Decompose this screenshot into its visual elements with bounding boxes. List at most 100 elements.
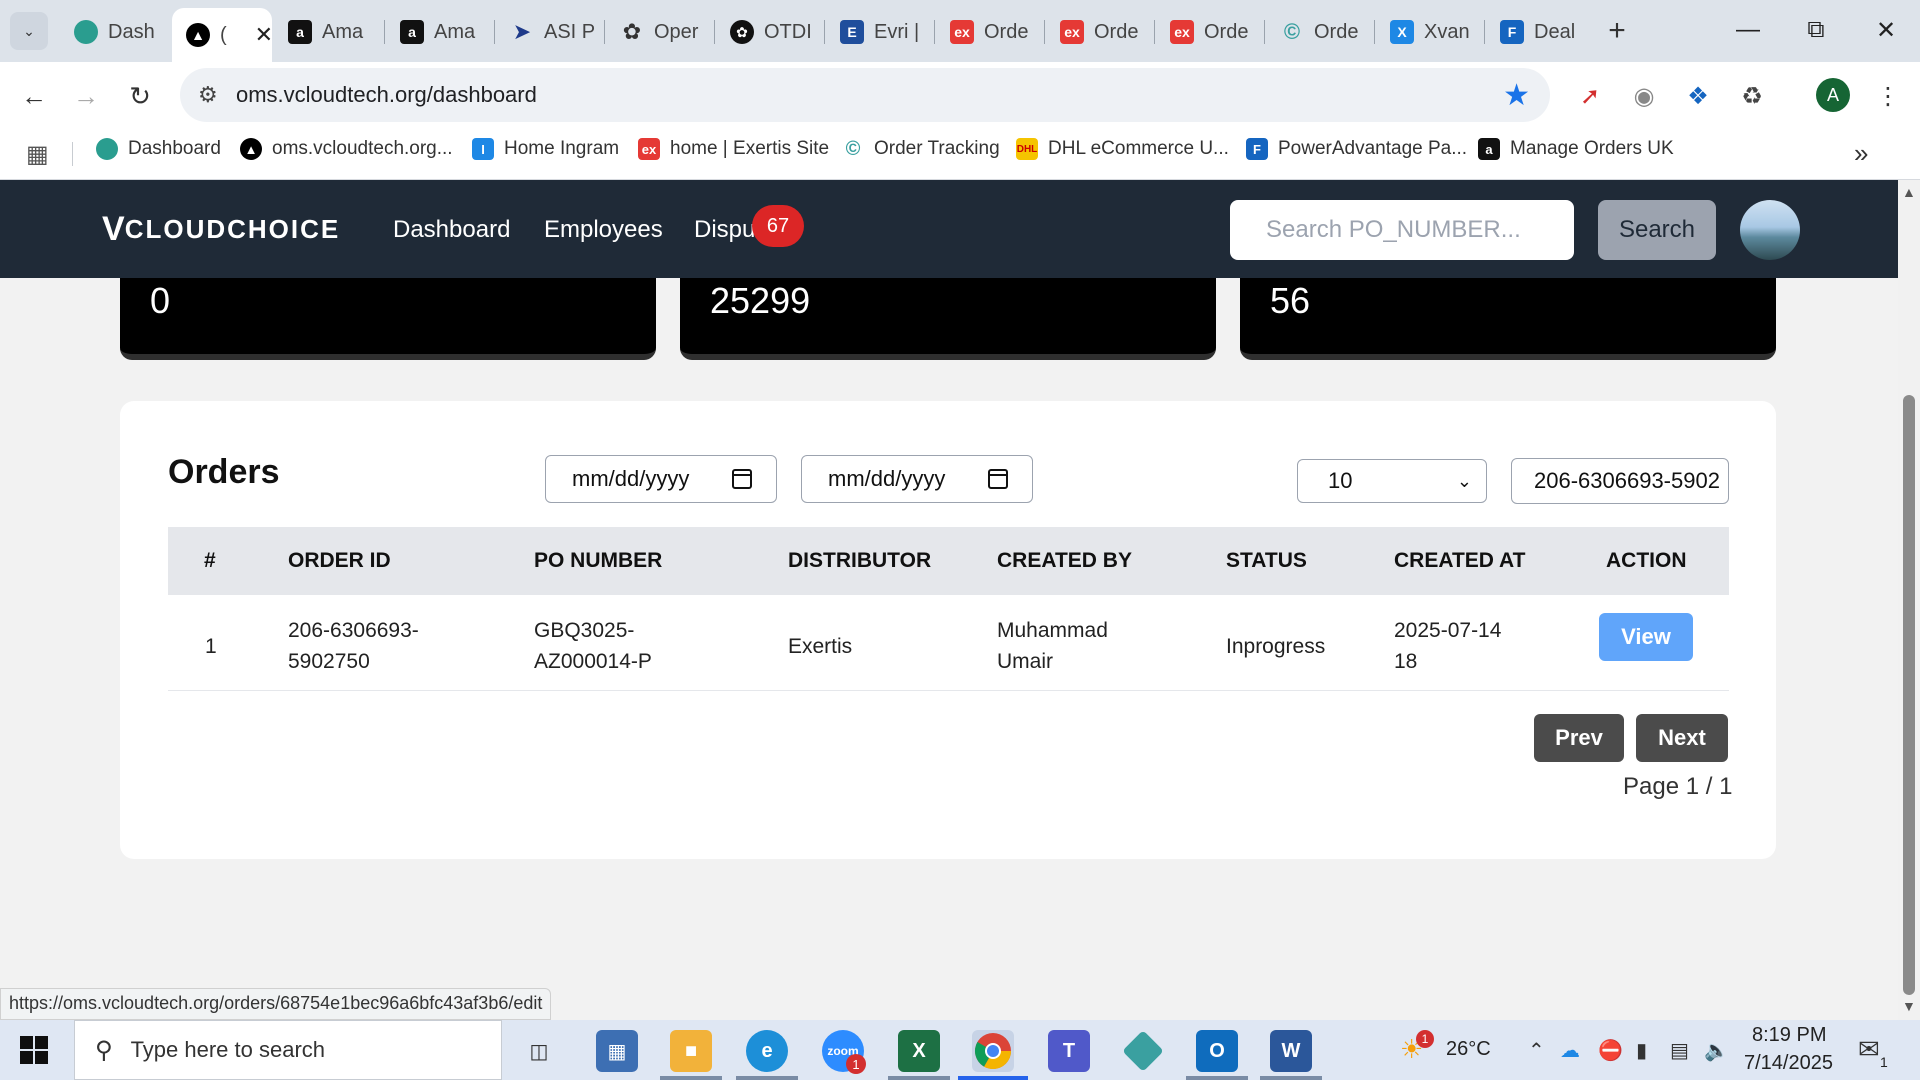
battery-icon[interactable]: ▮ [1636,1038,1647,1063]
tab-10[interactable]: ex Orde [1046,12,1146,52]
date-to-input[interactable]: mm/dd/yyyy [801,455,1033,503]
view-order-button[interactable]: View [1599,613,1693,661]
page-size-select[interactable]: 10 ⌄ [1297,459,1487,503]
extensions-puzzle-icon[interactable]: ♻ [1736,80,1768,112]
bookmark-star-icon[interactable]: ★ [1503,78,1530,113]
tab-8[interactable]: E Evri | [826,12,926,52]
tab-13[interactable]: X Xvan [1376,12,1476,52]
browser-menu-icon[interactable]: ⋮ [1872,80,1904,112]
back-button[interactable]: ← [14,76,54,116]
taskbar-search-box[interactable]: ⚲ Type here to search [74,1020,502,1080]
tab-14[interactable]: F Deal [1486,12,1586,52]
tab-label: ASI P [544,20,596,43]
tab-1[interactable]: Dash [60,12,160,52]
task-view-icon[interactable]: ◫ [518,1030,560,1072]
search-button[interactable]: Search [1598,200,1716,260]
tab-separator [1154,20,1155,44]
bookmark-dashboard[interactable]: Dashboard [96,138,221,160]
bookmark-manage-orders[interactable]: a Manage Orders UK [1478,138,1674,160]
ingram-icon: I [472,138,494,160]
chevron-up-icon[interactable]: ⌃ [1528,1038,1545,1063]
po-number-search-input[interactable] [1230,200,1574,260]
notifications-icon[interactable]: ✉ [1858,1034,1880,1065]
date-from-input[interactable]: mm/dd/yyyy [545,455,777,503]
acrobat-extension-icon[interactable]: ➚ [1574,80,1606,112]
hexagon-icon [96,138,118,160]
stat-value: 56 [1270,280,1311,321]
bookmark-dhl[interactable]: DHL DHL eCommerce U... [1016,138,1229,160]
bookmark-home-ingram[interactable]: I Home Ingram [472,138,619,160]
dashlane-extension-icon[interactable]: ❖ [1682,80,1714,112]
reload-button[interactable]: ↻ [120,76,160,116]
excel-icon[interactable]: X [898,1030,940,1072]
scroll-down-arrow-icon[interactable]: ▼ [1902,998,1916,1014]
url-text[interactable]: oms.vcloudtech.org/dashboard [236,82,537,108]
security-icon[interactable]: ⛔ [1598,1038,1623,1063]
tab-5[interactable]: ➤ ASI P [496,12,596,52]
zoom-notification-badge: 1 [846,1054,866,1074]
order-filter-input[interactable]: 206-6306693-5902 [1511,458,1729,504]
running-indicator [1186,1076,1248,1080]
minimize-button[interactable]: — [1718,10,1778,50]
network-icon[interactable]: ▤ [1670,1038,1689,1063]
scroll-up-arrow-icon[interactable]: ▲ [1902,184,1916,200]
user-avatar[interactable] [1740,200,1800,260]
prev-page-button[interactable]: Prev [1534,714,1624,762]
clock-time[interactable]: 8:19 PM [1752,1024,1826,1047]
tab-12[interactable]: © Orde [1266,12,1366,52]
site-info-icon[interactable]: ⚙ [198,82,218,108]
next-page-button[interactable]: Next [1636,714,1728,762]
nav-employees[interactable]: Employees [544,216,663,244]
windows-start-icon[interactable] [20,1036,48,1064]
calendar-icon[interactable] [988,469,1008,489]
tab-label: Deal [1534,20,1576,43]
address-bar[interactable]: ⚙ oms.vcloudtech.org/dashboard ★ [180,68,1550,122]
onedrive-icon[interactable]: ☁ [1560,1038,1580,1063]
browser-tab-bar: ⌄ Dash ▲ ( ✕ a Ama a Ama ➤ ASI P ✿ Oper … [0,0,1920,62]
clock-date[interactable]: 7/14/2025 [1744,1052,1833,1075]
tab-4[interactable]: a Ama [386,12,486,52]
tab-2-active[interactable]: ▲ ( ✕ [172,8,272,62]
calculator-icon[interactable]: ▦ [596,1030,638,1072]
globe-extension-icon[interactable]: ◉ [1628,80,1660,112]
edge-icon[interactable]: e [746,1030,788,1072]
cell-created-at: 2025-07-14 18 [1394,619,1502,673]
nav-disputes[interactable]: Dispu [694,216,755,244]
volume-icon[interactable]: 🔈 [1704,1038,1729,1063]
hexagon-app-icon[interactable] [1122,1030,1164,1072]
chrome-icon[interactable] [972,1030,1014,1072]
forward-button[interactable]: → [66,76,106,116]
outlook-icon[interactable]: O [1196,1030,1238,1072]
bookmark-oms[interactable]: ▲ oms.vcloudtech.org... [240,138,453,160]
tab-9[interactable]: ex Orde [936,12,1036,52]
tab-6[interactable]: ✿ Oper [606,12,706,52]
tab-3[interactable]: a Ama [274,12,374,52]
apps-grid-icon[interactable]: ▦ [26,140,49,169]
close-window-button[interactable]: ✕ [1856,10,1916,50]
bookmark-order-tracking[interactable]: © Order Tracking [842,138,1000,160]
vcloudchoice-logo[interactable]: V CLOUDCHOICE [102,210,340,249]
restore-icon: ⧉ [1807,16,1825,43]
file-explorer-icon[interactable]: ■ [670,1030,712,1072]
more-bookmarks-icon[interactable]: » [1854,138,1868,169]
close-tab-icon[interactable]: ✕ [255,22,272,48]
teams-icon[interactable]: T [1048,1030,1090,1072]
bookmark-poweradvantage[interactable]: F PowerAdvantage Pa... [1246,138,1467,160]
logo-text: CLOUDCHOICE [124,214,341,244]
bookmark-label: Home Ingram [504,138,620,159]
tab-label: Orde [1314,20,1359,43]
word-icon[interactable]: W [1270,1030,1312,1072]
tab-7[interactable]: ✿ OTDI [716,12,816,52]
tab-11[interactable]: ex Orde [1156,12,1256,52]
calendar-icon[interactable] [732,469,752,489]
profile-avatar[interactable]: A [1816,78,1850,112]
bookmark-exertis[interactable]: ex home | Exertis Site [638,138,829,160]
bookmark-label: PowerAdvantage Pa... [1278,138,1468,159]
scrollbar-thumb[interactable] [1903,395,1915,995]
weather-temperature[interactable]: 26°C [1446,1038,1491,1061]
orders-table: # ORDER ID PO NUMBER DISTRIBUTOR CREATED… [168,527,1729,691]
nav-dashboard[interactable]: Dashboard [393,216,510,244]
new-tab-button[interactable]: + [1598,12,1636,50]
tab-search-dropdown[interactable]: ⌄ [10,12,48,50]
restore-button[interactable]: ⧉ [1786,10,1846,50]
